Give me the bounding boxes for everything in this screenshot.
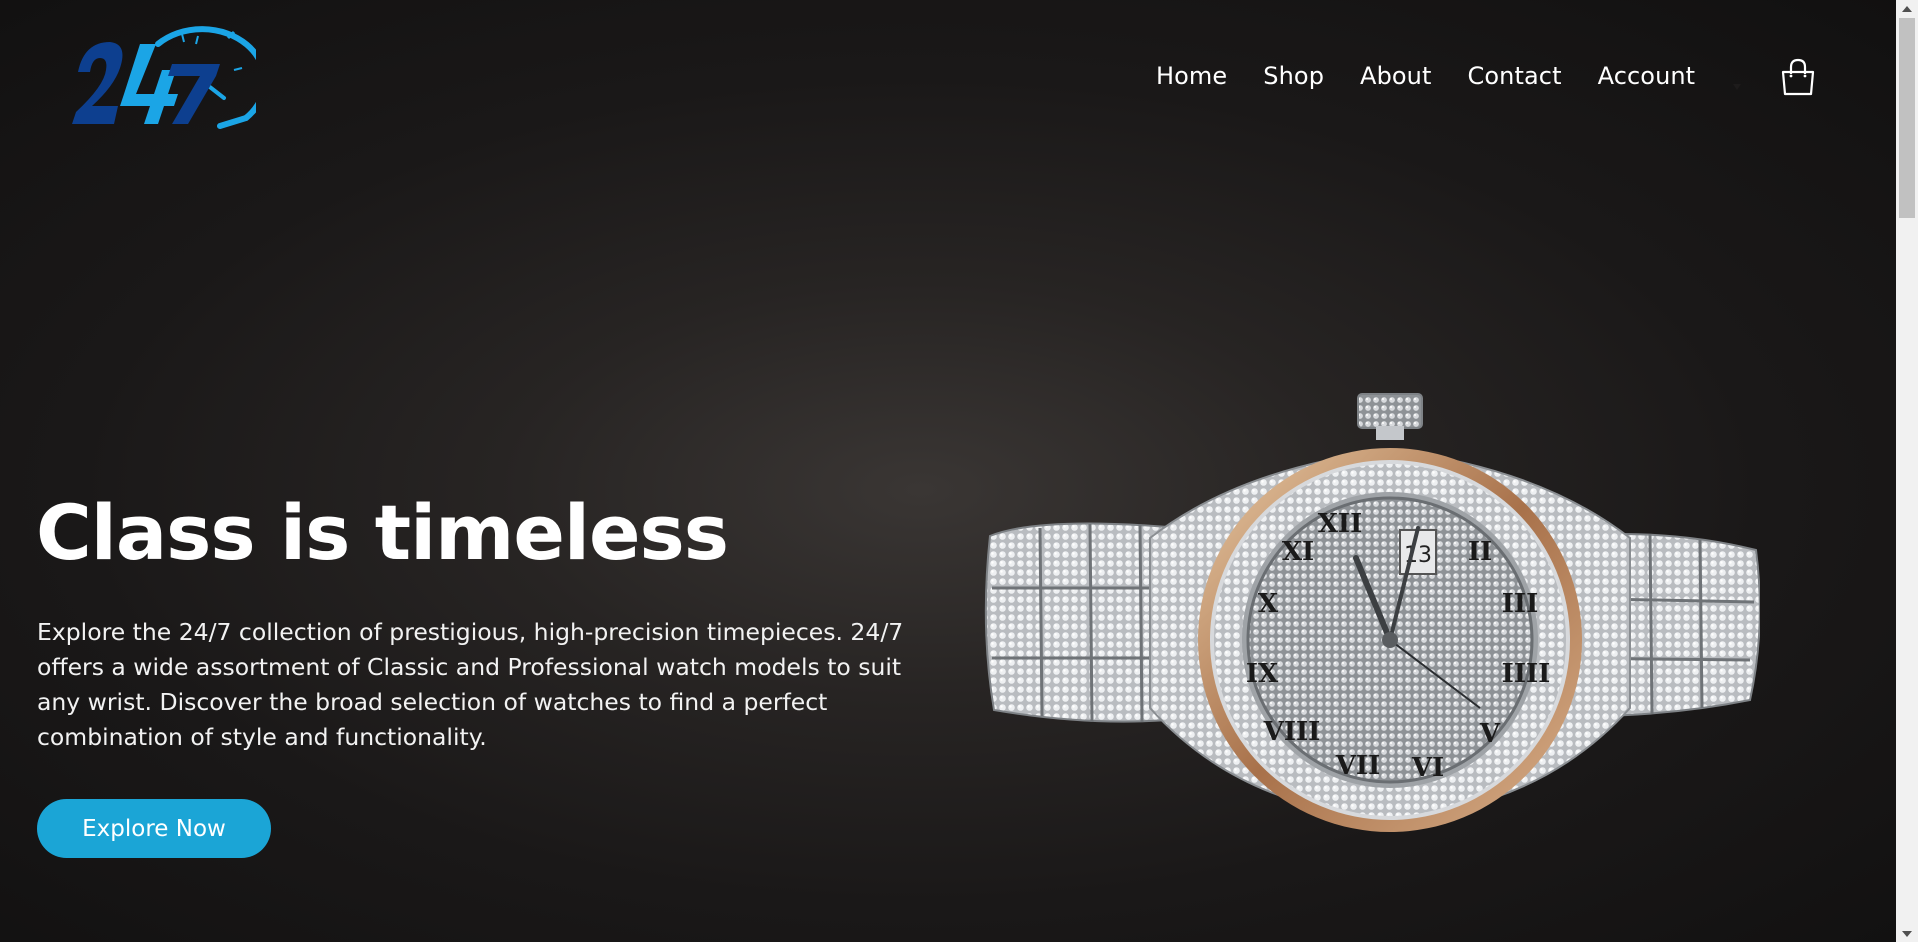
svg-text:III: III <box>1502 589 1539 619</box>
svg-text:IIII: IIII <box>1502 659 1551 689</box>
svg-text:VII: VII <box>1335 751 1381 781</box>
nav-contact[interactable]: Contact <box>1468 62 1562 90</box>
main-nav: Home Shop About Contact Account <box>1156 62 1695 90</box>
diamond-watch-image: II III IIII V VI VII VIII IX X XI XII 13 <box>984 393 1760 832</box>
hero-description: Explore the 24/7 collection of prestigio… <box>37 618 904 751</box>
scroll-thumb[interactable] <box>1899 18 1915 218</box>
svg-text:VIII: VIII <box>1263 717 1321 747</box>
shopping-bag-icon[interactable] <box>1779 58 1817 96</box>
scroll-down-button[interactable] <box>1896 925 1918 942</box>
nav-shop[interactable]: Shop <box>1263 62 1324 90</box>
svg-text:XII: XII <box>1318 509 1363 539</box>
svg-text:X: X <box>1258 589 1279 619</box>
nav-about[interactable]: About <box>1360 62 1431 90</box>
svg-text:V: V <box>1479 719 1501 749</box>
page: Home Shop About Contact Account Class is… <box>0 0 1896 942</box>
scroll-up-button[interactable] <box>1896 0 1918 17</box>
svg-text:IX: IX <box>1246 659 1279 689</box>
svg-text:II: II <box>1468 537 1492 567</box>
svg-text:XI: XI <box>1282 537 1314 567</box>
brand-logo[interactable] <box>70 24 256 130</box>
hero-title: Class is timeless <box>36 488 729 577</box>
nav-home[interactable]: Home <box>1156 62 1227 90</box>
caret-down-icon[interactable] <box>1733 84 1741 90</box>
arrow-up-icon <box>1902 5 1912 12</box>
arrow-down-icon <box>1902 930 1912 937</box>
svg-text:VI: VI <box>1411 753 1444 783</box>
explore-now-button[interactable]: Explore Now <box>37 799 271 858</box>
nav-account[interactable]: Account <box>1598 62 1696 90</box>
vertical-scrollbar[interactable] <box>1896 0 1918 942</box>
